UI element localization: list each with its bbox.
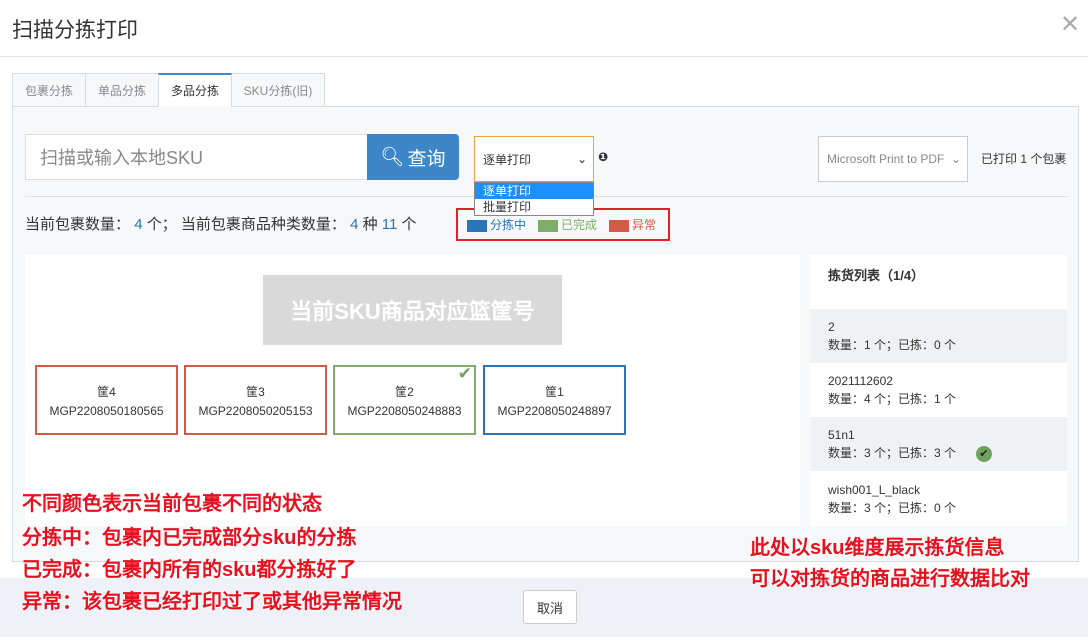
list-item[interactable]: 51n1 数量：3 个；已拣：3 个 ✔: [810, 417, 1067, 471]
option-single-print[interactable]: 逐单打印: [475, 183, 593, 199]
sku-search-input[interactable]: 扫描或输入本地SKU: [25, 134, 368, 180]
basket-banner: 当前SKU商品对应篮筐号: [263, 275, 562, 345]
annotation: 此处以sku维度展示拣货信息: [750, 537, 1005, 559]
legend-sorting: 分拣中: [467, 216, 526, 233]
pick-list-title: 拣货列表（1/4）: [828, 268, 925, 283]
close-icon[interactable]: ✕: [1060, 10, 1080, 39]
printed-count: 已打印 1 个包裹: [981, 152, 1067, 166]
annotation: 可以对拣货的商品进行数据比对: [750, 568, 1030, 590]
check-circle-icon: ✔: [976, 445, 993, 462]
package-stats: 当前包裹数量： 4 个； 当前包裹商品种类数量： 4 种 11 个: [25, 216, 417, 233]
print-mode-select[interactable]: 逐单打印 ⌄: [474, 136, 594, 182]
chevron-down-icon: ⌄: [576, 152, 587, 166]
annotation: 异常：该包裹已经打印过了或其他异常情况: [22, 591, 402, 613]
modal-header: [0, 0, 1088, 57]
chevron-down-icon: ⌄: [950, 152, 961, 166]
print-mode-dropdown: 逐单打印 批量打印: [474, 182, 594, 216]
option-batch-print[interactable]: 批量打印: [475, 199, 593, 215]
basket-card[interactable]: 筐4 MGP2208050180565: [35, 365, 178, 435]
basket-card[interactable]: 筐1 MGP2208050248897: [483, 365, 626, 435]
cancel-button[interactable]: 取消: [523, 590, 577, 624]
tab-sku-sort-old[interactable]: SKU分拣(旧): [231, 73, 325, 107]
query-button[interactable]: 🔍︎ 查询: [367, 134, 459, 180]
search-icon: 🔍︎: [380, 147, 405, 168]
annotation: 已完成：包裹内所有的sku都分拣好了: [22, 559, 357, 581]
basket-card[interactable]: 筐3 MGP2208050205153: [184, 365, 327, 435]
info-icon[interactable]: ❶: [598, 150, 608, 164]
check-icon: ✔: [457, 364, 472, 383]
list-item[interactable]: 2 数量：1 个；已拣：0 个: [810, 309, 1067, 363]
annotation: 不同颜色表示当前包裹不同的状态: [22, 493, 322, 515]
list-item[interactable]: 2021112602 数量：4 个；已拣：1 个: [810, 363, 1067, 417]
tab-single-sort[interactable]: 单品分拣: [85, 73, 159, 107]
basket-card[interactable]: 筐2 MGP2208050248883 ✔: [333, 364, 476, 435]
legend-error: 异常: [609, 216, 656, 233]
legend-done: 已完成: [538, 216, 597, 233]
list-item[interactable]: wish001_L_black 数量：3 个；已拣：0 个: [810, 472, 1067, 526]
modal-title: 扫描分拣打印: [12, 19, 138, 42]
tab-package-sort[interactable]: 包裹分拣: [12, 73, 86, 107]
annotation: 分拣中：包裹内已完成部分sku的分拣: [22, 527, 357, 549]
tab-multi-sort[interactable]: 多品分拣: [158, 73, 232, 107]
printer-select[interactable]: Microsoft Print to PDF ⌄: [818, 136, 968, 182]
